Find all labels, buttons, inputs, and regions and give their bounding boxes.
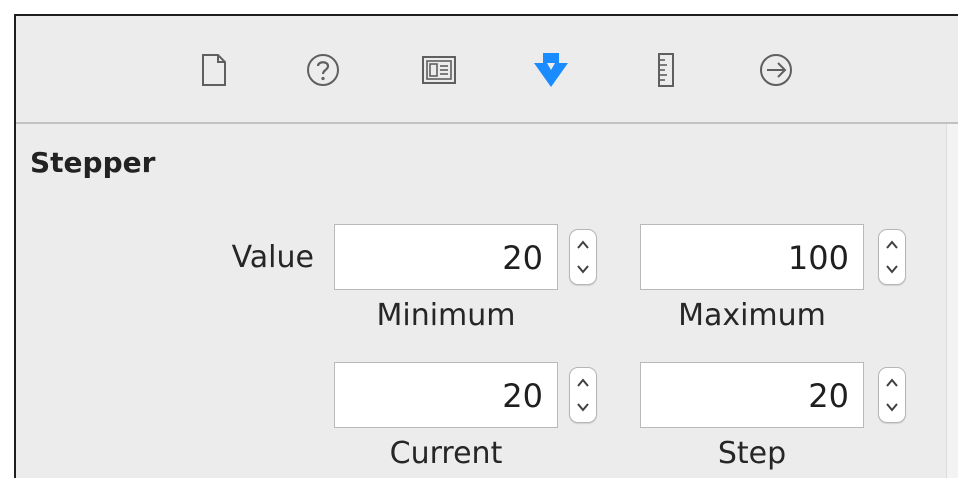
step-stepper[interactable] [878, 367, 906, 423]
attributes-inspector-icon[interactable] [531, 50, 571, 90]
chevron-down-icon[interactable] [879, 394, 905, 420]
vertical-scrollbar[interactable] [946, 124, 958, 478]
chevron-up-icon[interactable] [570, 370, 596, 396]
minimum-stepper[interactable] [569, 229, 597, 285]
maximum-stepper[interactable] [878, 229, 906, 285]
stepper-attributes-panel: Stepper Value 20 Minimum 100 Maximum 20 [16, 124, 946, 478]
chevron-up-icon[interactable] [879, 232, 905, 258]
chevron-down-icon[interactable] [879, 256, 905, 282]
connections-inspector-icon[interactable] [756, 50, 796, 90]
identity-inspector-icon[interactable] [419, 50, 459, 90]
maximum-field[interactable]: 100 [640, 224, 864, 290]
chevron-down-icon[interactable] [570, 394, 596, 420]
maximum-caption: Maximum [678, 298, 826, 333]
inspector-toolbar [16, 16, 958, 124]
value-label: Value [231, 240, 314, 275]
chevron-down-icon[interactable] [570, 256, 596, 282]
step-caption: Step [717, 436, 787, 471]
file-inspector-icon[interactable] [194, 50, 234, 90]
minimum-field[interactable]: 20 [334, 224, 558, 290]
chevron-up-icon[interactable] [570, 232, 596, 258]
inspector-window: Stepper Value 20 Minimum 100 Maximum 20 [14, 14, 958, 478]
chevron-up-icon[interactable] [879, 370, 905, 396]
step-field[interactable]: 20 [640, 362, 864, 428]
minimum-caption: Minimum [376, 298, 516, 333]
current-field[interactable]: 20 [334, 362, 558, 428]
current-caption: Current [389, 436, 503, 471]
section-title: Stepper [30, 146, 156, 179]
current-stepper[interactable] [569, 367, 597, 423]
size-inspector-icon[interactable] [646, 50, 686, 90]
quick-help-icon[interactable] [303, 50, 343, 90]
